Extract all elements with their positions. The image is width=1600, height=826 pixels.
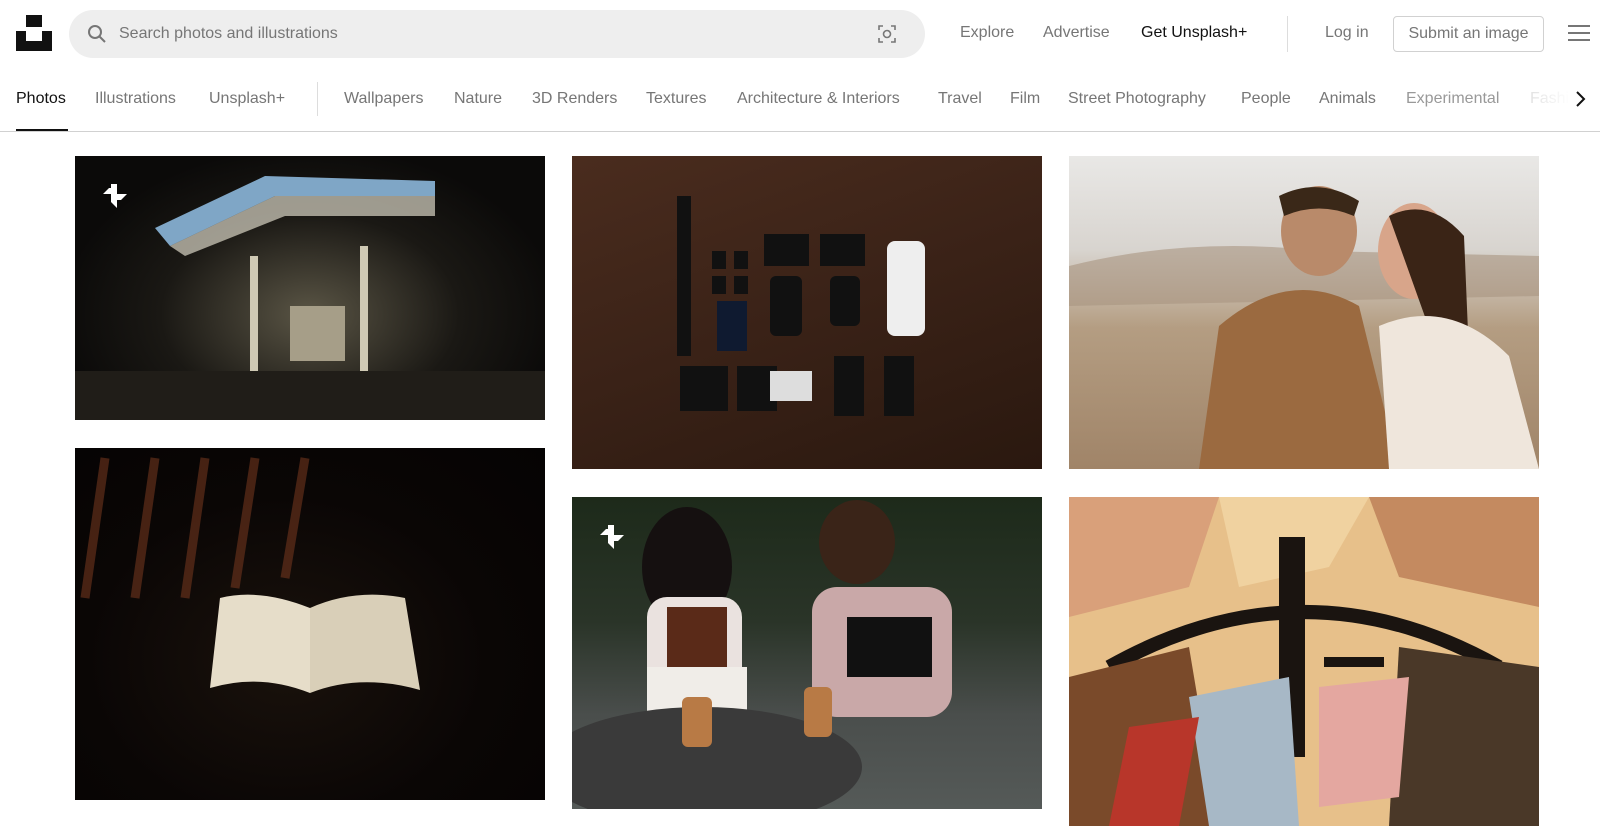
search-bar[interactable] [69, 10, 925, 58]
unsplash-logo[interactable] [16, 15, 52, 51]
tab-architecture-interiors[interactable]: Architecture & Interiors [737, 90, 900, 108]
search-input[interactable] [119, 10, 839, 58]
tab-textures[interactable]: Textures [646, 90, 706, 108]
tab-street-photography[interactable]: Street Photography [1068, 90, 1206, 108]
nav-explore[interactable]: Explore [960, 24, 1014, 42]
tab-experimental[interactable]: Experimental [1406, 90, 1499, 108]
women-reading-illustration [572, 500, 952, 809]
active-tab-indicator [16, 129, 68, 131]
category-tabs: Photos Illustrations Unsplash+ Wallpaper… [0, 66, 1600, 132]
search-icon[interactable] [87, 24, 107, 44]
photo-open-book[interactable] [75, 448, 545, 800]
tabs-divider [317, 82, 318, 116]
tab-3d-renders[interactable]: 3D Renders [532, 90, 617, 108]
photo-gas-station[interactable] [75, 156, 545, 420]
submit-image-button[interactable]: Submit an image [1393, 16, 1544, 52]
visual-search-icon[interactable] [877, 24, 897, 44]
tab-travel[interactable]: Travel [938, 90, 982, 108]
photo-couple[interactable] [1069, 156, 1539, 469]
tab-nature[interactable]: Nature [454, 90, 502, 108]
photo-abstract-painting[interactable] [1069, 497, 1539, 826]
nav-advertise[interactable]: Advertise [1043, 24, 1110, 42]
couple-illustration [1069, 186, 1539, 469]
abstract-painting-illustration [1069, 497, 1539, 826]
tab-film[interactable]: Film [1010, 90, 1040, 108]
unsplash-plus-icon [600, 525, 624, 549]
photo-camera-gear[interactable] [572, 156, 1042, 469]
tab-animals[interactable]: Animals [1319, 90, 1376, 108]
gas-station-illustration [75, 176, 545, 420]
login-link[interactable]: Log in [1325, 24, 1369, 42]
tab-people[interactable]: People [1241, 90, 1291, 108]
tab-unsplash-plus[interactable]: Unsplash+ [209, 90, 285, 108]
book-illustration [80, 457, 420, 693]
hamburger-menu-icon[interactable] [1568, 24, 1590, 42]
top-header: Explore Advertise Get Unsplash+ Log in S… [0, 0, 1600, 66]
nav-get-unsplash-plus[interactable]: Get Unsplash+ [1141, 24, 1247, 42]
header-divider [1287, 16, 1288, 52]
chevron-right-icon[interactable] [1572, 90, 1588, 108]
photo-women-reading[interactable] [572, 497, 1042, 809]
tab-illustrations[interactable]: Illustrations [95, 90, 176, 108]
camera-gear-illustration [677, 196, 925, 416]
tab-wallpapers[interactable]: Wallpapers [344, 90, 423, 108]
tab-photos[interactable]: Photos [16, 90, 66, 108]
unsplash-plus-icon [103, 184, 127, 208]
